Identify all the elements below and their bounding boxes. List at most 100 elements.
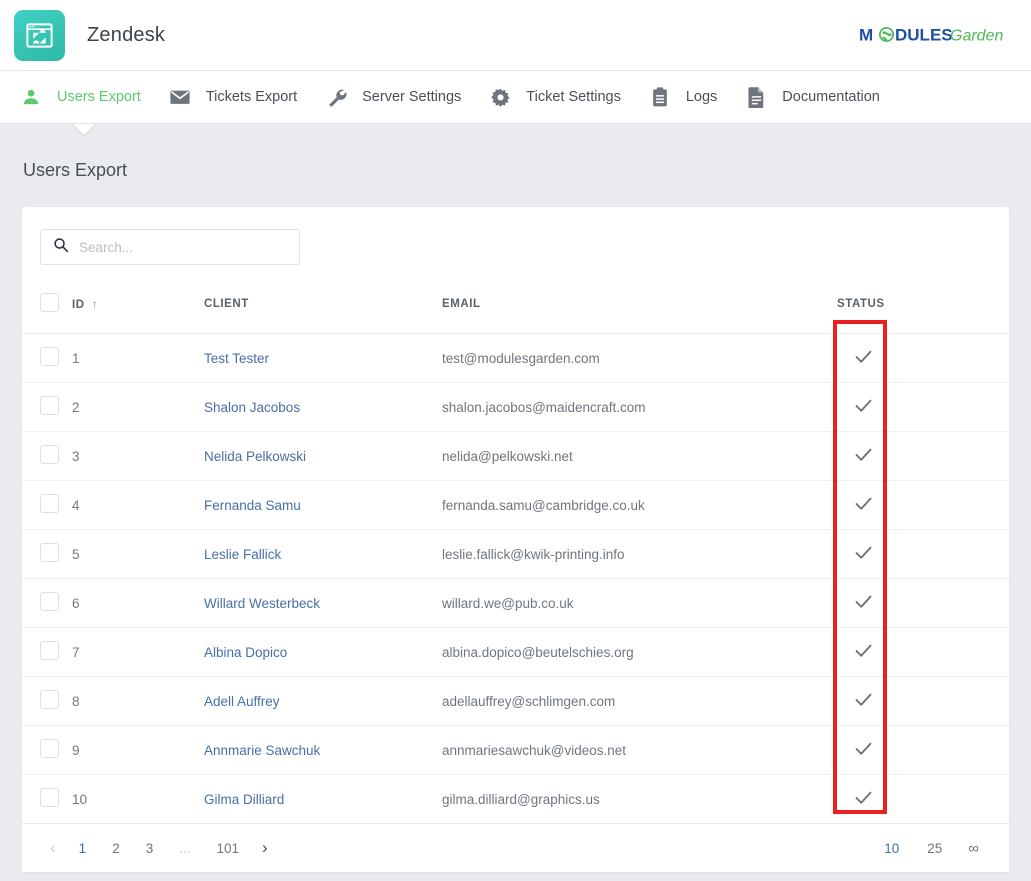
column-header-client[interactable]: CLIENT — [204, 283, 442, 334]
cell-id: 7 — [72, 627, 204, 677]
row-select-cell — [22, 676, 72, 726]
nav-item-ticket-settings[interactable]: Ticket Settings — [479, 71, 639, 124]
client-link[interactable]: Willard Westerbeck — [204, 596, 320, 611]
client-link[interactable]: Nelida Pelkowski — [204, 449, 306, 464]
table-body: 1 Test Tester test@modulesgarden.com 2 Shalo… — [22, 333, 1009, 824]
envelope-icon — [167, 86, 193, 108]
row-checkbox[interactable] — [40, 690, 59, 709]
client-link[interactable]: Adell Auffrey — [204, 694, 280, 709]
pagination-ellipsis: ... — [179, 840, 191, 856]
pagination-page-2[interactable]: 2 — [99, 841, 133, 856]
column-header-email[interactable]: EMAIL — [442, 283, 837, 334]
pagination-page-101[interactable]: 101 — [203, 841, 252, 856]
page-size-25[interactable]: 25 — [913, 841, 956, 856]
select-all-checkbox[interactable] — [40, 293, 59, 312]
row-checkbox[interactable] — [40, 739, 59, 758]
users-table: ID ↑ CLIENT EMAIL STATUS 1 Test Tester test… — [22, 283, 1009, 824]
nav-item-logs[interactable]: Logs — [639, 71, 735, 124]
cell-email: test@modulesgarden.com — [442, 333, 837, 383]
row-checkbox[interactable] — [40, 445, 59, 464]
row-select-cell — [22, 480, 72, 530]
pagination-page-1[interactable]: 1 — [66, 841, 100, 856]
cell-client: Willard Westerbeck — [204, 578, 442, 628]
cell-email: gilma.dilliard@graphics.us — [442, 774, 837, 824]
nav-item-users-export[interactable]: Users Export — [10, 71, 159, 124]
row-checkbox[interactable] — [40, 396, 59, 415]
client-link[interactable]: Test Tester — [204, 351, 269, 366]
svg-text:M: M — [859, 26, 873, 45]
client-link[interactable]: Shalon Jacobos — [204, 400, 300, 415]
row-checkbox[interactable] — [40, 543, 59, 562]
cell-status — [837, 676, 1009, 726]
search-input[interactable] — [79, 239, 287, 255]
page-size-infinite-icon[interactable]: ∞ — [956, 840, 991, 857]
cell-status — [837, 480, 1009, 530]
client-link[interactable]: Gilma Dilliard — [204, 792, 284, 807]
nav-label: Documentation — [782, 89, 880, 105]
client-link[interactable]: Annmarie Sawchuk — [204, 743, 320, 758]
row-checkbox[interactable] — [40, 788, 59, 807]
row-checkbox[interactable] — [40, 592, 59, 611]
cell-email: willard.we@pub.co.uk — [442, 578, 837, 628]
cell-email: fernanda.samu@cambridge.co.uk — [442, 480, 837, 530]
search-box[interactable] — [40, 229, 300, 265]
row-select-cell — [22, 578, 72, 628]
select-all-header — [22, 283, 72, 334]
column-header-status[interactable]: STATUS — [837, 283, 1009, 334]
table-row: 5 Leslie Fallick leslie.fallick@kwik-print… — [22, 529, 1009, 579]
client-link[interactable]: Leslie Fallick — [204, 547, 281, 562]
pagination-page-size: 10 25 ∞ — [870, 840, 991, 857]
row-checkbox[interactable] — [40, 347, 59, 366]
table-head: ID ↑ CLIENT EMAIL STATUS — [22, 283, 1009, 334]
table-row: 10 Gilma Dilliard gilma.dilliard@graphics.… — [22, 774, 1009, 824]
page-size-10[interactable]: 10 — [870, 841, 913, 856]
zendesk-logo-icon — [14, 9, 65, 61]
main-nav: Users Export Tickets Export Server Setti… — [0, 71, 1031, 124]
pagination-next-icon[interactable]: › — [252, 838, 278, 858]
cell-status — [837, 529, 1009, 579]
row-checkbox[interactable] — [40, 494, 59, 513]
status-check-icon — [837, 591, 874, 615]
status-check-icon — [837, 346, 874, 370]
cell-id: 4 — [72, 480, 204, 530]
cell-client: Test Tester — [204, 333, 442, 383]
client-link[interactable]: Fernanda Samu — [204, 498, 301, 513]
table-row: 8 Adell Auffrey adellauffrey@schlimgen.com — [22, 676, 1009, 726]
search-area — [22, 207, 1009, 283]
pagination-page-3[interactable]: 3 — [133, 841, 167, 856]
app-title: Zendesk — [87, 23, 166, 46]
sort-ascending-icon[interactable]: ↑ — [92, 297, 99, 311]
cell-status — [837, 774, 1009, 824]
table-row: 4 Fernanda Samu fernanda.samu@cambridge.co… — [22, 480, 1009, 530]
row-checkbox[interactable] — [40, 641, 59, 660]
nav-item-documentation[interactable]: Documentation — [735, 71, 898, 124]
column-header-id[interactable]: ID ↑ — [72, 283, 204, 334]
cell-status — [837, 725, 1009, 775]
cell-client: Nelida Pelkowski — [204, 431, 442, 481]
status-check-icon — [837, 787, 874, 811]
nav-label: Ticket Settings — [526, 89, 621, 105]
cell-id: 6 — [72, 578, 204, 628]
pagination-prev-icon[interactable]: ‹ — [40, 838, 66, 858]
cell-id: 8 — [72, 676, 204, 726]
status-check-icon — [837, 444, 874, 468]
gear-icon — [487, 87, 513, 108]
pagination-bar: ‹ 1 2 3... 101 › 10 25 ∞ — [22, 824, 1009, 872]
cell-email: annmariesawchuk@videos.net — [442, 725, 837, 775]
nav-item-server-settings[interactable]: Server Settings — [315, 71, 479, 124]
search-icon — [53, 237, 69, 258]
row-select-cell — [22, 627, 72, 677]
client-link[interactable]: Albina Dopico — [204, 645, 287, 660]
cell-client: Leslie Fallick — [204, 529, 442, 579]
nav-label: Server Settings — [362, 89, 462, 105]
cell-status — [837, 382, 1009, 432]
nav-label: Users Export — [57, 89, 141, 105]
cell-email: shalon.jacobos@maidencraft.com — [442, 382, 837, 432]
cell-email: nelida@pelkowski.net — [442, 431, 837, 481]
row-select-cell — [22, 529, 72, 579]
modulesgarden-logo: M DULES Garden — [859, 20, 1009, 50]
nav-item-tickets-export[interactable]: Tickets Export — [159, 71, 315, 124]
table-row: 1 Test Tester test@modulesgarden.com — [22, 333, 1009, 383]
cell-client: Shalon Jacobos — [204, 382, 442, 432]
table-row: 9 Annmarie Sawchuk annmariesawchuk@videos.… — [22, 725, 1009, 775]
